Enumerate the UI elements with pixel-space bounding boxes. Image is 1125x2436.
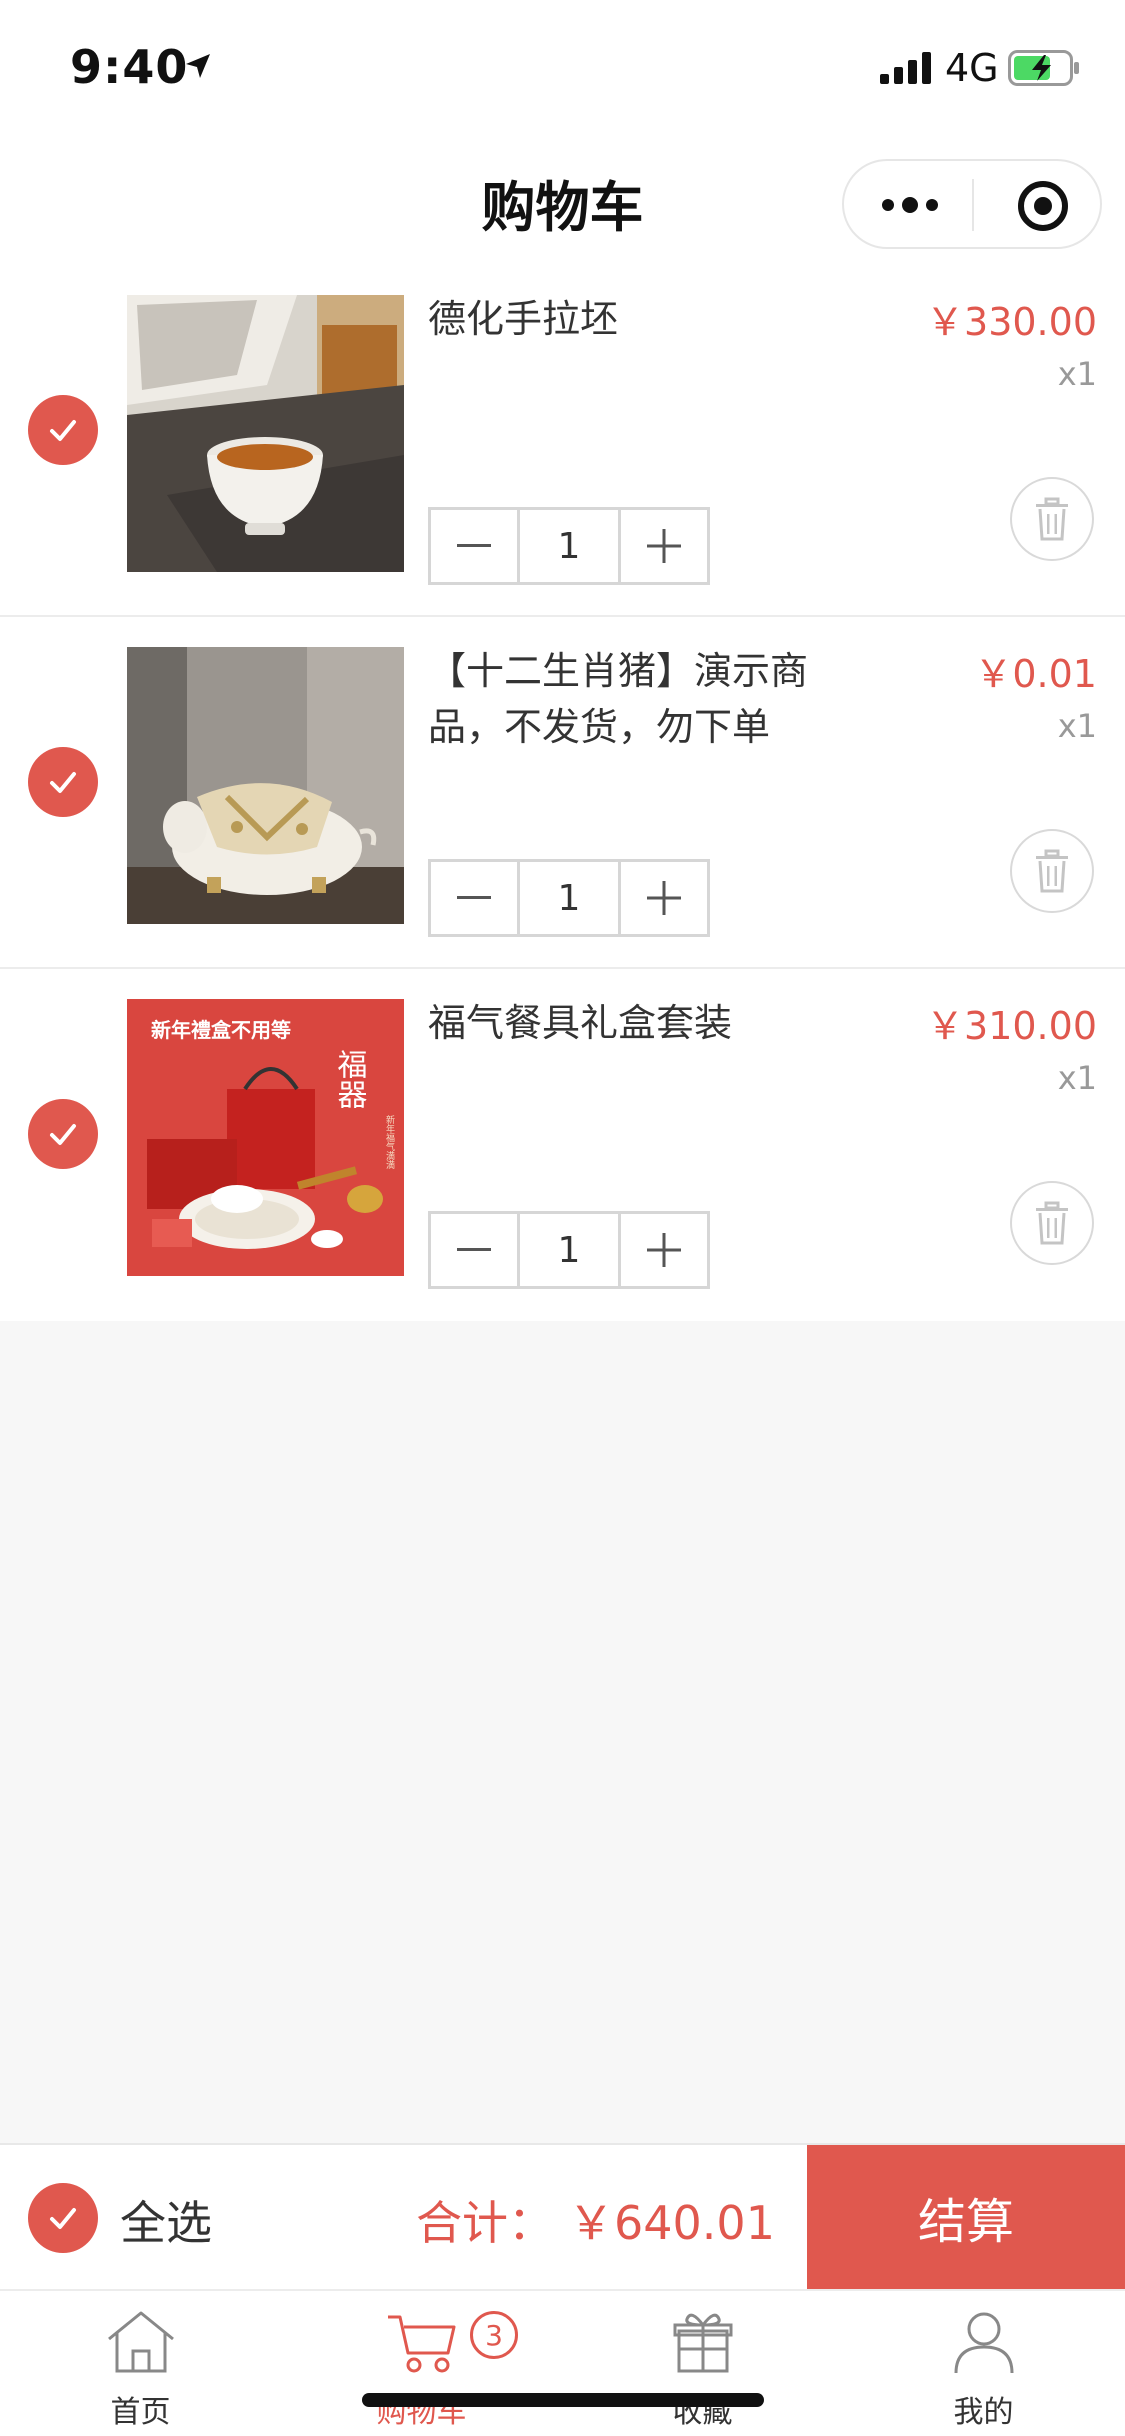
minus-icon [457, 544, 491, 547]
status-time: 9:40 [70, 40, 189, 94]
poster-headline: 新年禮盒不用等 [151, 1018, 291, 1042]
select-all-checkbox[interactable] [28, 2183, 98, 2253]
product-price: ￥0.01 [974, 652, 1097, 696]
quantity-value[interactable]: 1 [517, 862, 621, 934]
location-arrow-icon [182, 50, 214, 86]
increase-button[interactable] [621, 862, 707, 934]
status-bar: 9:40 4G [0, 0, 1125, 135]
battery-icon [1008, 50, 1080, 90]
item-checkbox[interactable] [28, 395, 98, 465]
cart-count-badge: 3 [470, 2311, 518, 2359]
more-icon[interactable] [880, 189, 940, 225]
product-image[interactable] [127, 295, 404, 572]
decrease-button[interactable] [431, 510, 517, 582]
total-label: 合计： [416, 2196, 554, 2250]
tab-home[interactable]: 首页 [0, 2291, 281, 2436]
product-name[interactable]: 【十二生肖猪】演示商品，不发货，勿下单 [428, 643, 848, 755]
cart-item: 新年禮盒不用等 福器 新年福气満満 福气餐具礼盒套装 ￥310.00 x1 1 [0, 969, 1125, 1321]
tab-cart[interactable]: 购物车 [281, 2291, 562, 2436]
close-target-icon[interactable] [1016, 179, 1070, 237]
capsule-divider [972, 179, 974, 231]
home-icon [103, 2309, 179, 2379]
product-qty-label: x1 [1057, 1059, 1097, 1097]
plus-icon [647, 881, 681, 915]
product-qty-label: x1 [1057, 707, 1097, 745]
decrease-button[interactable] [431, 1214, 517, 1286]
minus-icon [457, 1248, 491, 1251]
minus-icon [457, 896, 491, 899]
user-icon [946, 2309, 1022, 2379]
cart-item: 德化手拉坯 ￥330.00 x1 1 [0, 265, 1125, 617]
poster-subtitle: 新年福气満満 [384, 1114, 395, 1170]
gift-icon [665, 2309, 741, 2379]
trash-icon [1036, 497, 1068, 541]
check-icon [50, 772, 76, 793]
tab-label: 我的 [953, 2395, 1014, 2430]
product-name[interactable]: 福气餐具礼盒套装 [428, 995, 848, 1051]
quantity-value[interactable]: 1 [517, 1214, 621, 1286]
cart-item: 【十二生肖猪】演示商品，不发货，勿下单 ￥0.01 x1 1 [0, 617, 1125, 969]
increase-button[interactable] [621, 510, 707, 582]
item-checkbox[interactable] [28, 1099, 98, 1169]
product-image[interactable] [127, 647, 404, 924]
nav-bar: 购物车 [0, 135, 1125, 265]
product-name[interactable]: 德化手拉坯 [428, 291, 848, 347]
mini-program-capsule [842, 159, 1102, 249]
tab-favorites[interactable]: 收藏 [562, 2291, 843, 2436]
cart-icon [384, 2309, 460, 2379]
poster-title: 福器 [332, 1049, 368, 1109]
quantity-stepper: 1 [428, 1211, 710, 1289]
delete-button[interactable] [1010, 829, 1094, 913]
product-price: ￥310.00 [926, 1004, 1097, 1048]
plus-icon [647, 1233, 681, 1267]
checkout-button[interactable]: 结算 [807, 2145, 1125, 2289]
quantity-stepper: 1 [428, 859, 710, 937]
tab-bar: 首页 购物车 3 收藏 我的 [0, 2289, 1125, 2436]
quantity-stepper: 1 [428, 507, 710, 585]
check-icon [50, 1124, 76, 1145]
increase-button[interactable] [621, 1214, 707, 1286]
signal-icon [880, 52, 936, 88]
plus-icon [647, 529, 681, 563]
delete-button[interactable] [1010, 1181, 1094, 1265]
trash-icon [1036, 849, 1068, 893]
quantity-value[interactable]: 1 [517, 510, 621, 582]
select-all-label[interactable]: 全选 [120, 2187, 212, 2253]
decrease-button[interactable] [431, 862, 517, 934]
delete-button[interactable] [1010, 477, 1094, 561]
cart-summary-bar: 全选 合计： ￥640.01 结算 [0, 2143, 1125, 2289]
check-icon [50, 420, 76, 441]
product-qty-label: x1 [1057, 355, 1097, 393]
product-image[interactable]: 新年禮盒不用等 福器 新年福气満満 [127, 999, 404, 1276]
item-checkbox[interactable] [28, 747, 98, 817]
home-indicator [362, 2393, 764, 2407]
trash-icon [1036, 1201, 1068, 1245]
tab-label: 首页 [110, 2395, 171, 2430]
network-type: 4G [945, 46, 999, 90]
product-price: ￥330.00 [926, 300, 1097, 344]
check-icon [50, 2208, 76, 2229]
tab-profile[interactable]: 我的 [843, 2291, 1124, 2436]
total-value: ￥640.01 [568, 2196, 775, 2250]
